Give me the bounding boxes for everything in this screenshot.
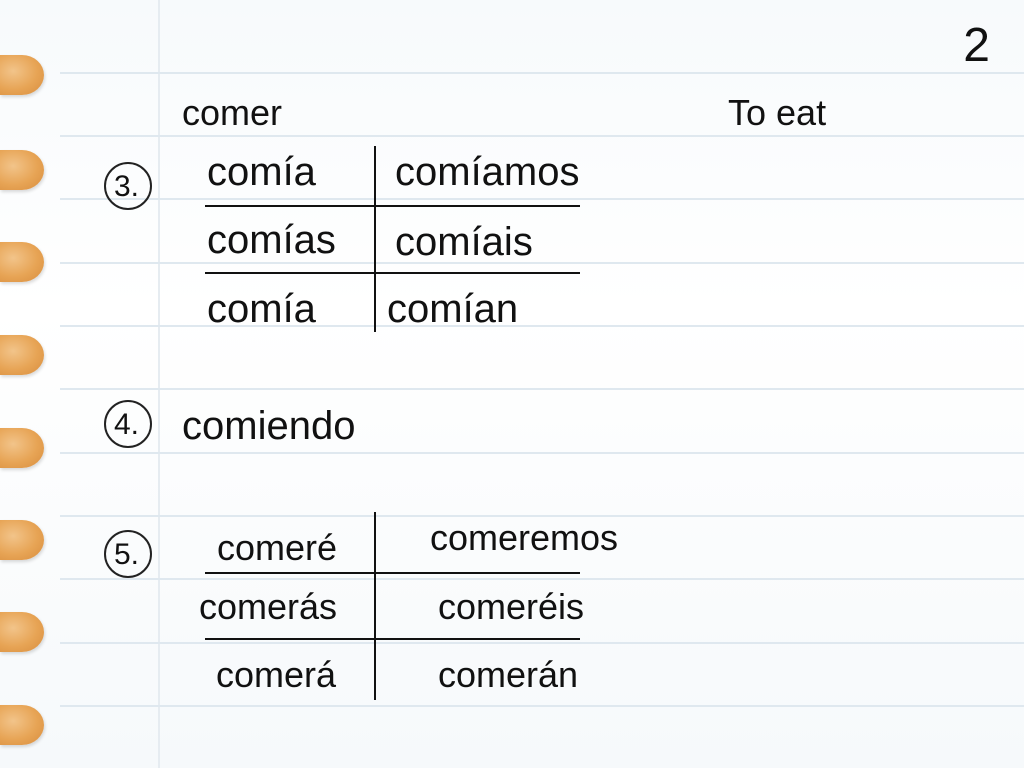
table-divider-vertical xyxy=(374,146,376,332)
ruled-line xyxy=(60,135,1024,137)
binder-hole xyxy=(0,55,44,95)
item-number: 3. xyxy=(114,170,140,203)
verb-infinitive: comer xyxy=(182,92,283,133)
binder-hole xyxy=(0,335,44,375)
conjugation-tu: comerás xyxy=(199,586,338,627)
ruled-line xyxy=(60,705,1024,707)
table-divider-horizontal xyxy=(205,205,580,207)
conjugation-vosotros: comeréis xyxy=(438,586,585,627)
margin-line xyxy=(158,0,160,768)
verb-translation: To eat xyxy=(728,92,827,133)
conjugation-yo: comeré xyxy=(217,527,338,568)
conjugation-nosotros: comíamos xyxy=(395,150,580,194)
binder-hole xyxy=(0,150,44,190)
binder-hole xyxy=(0,705,44,745)
conjugation-el: comía xyxy=(207,287,316,331)
ruled-line xyxy=(60,198,1024,200)
ruled-line xyxy=(60,642,1024,644)
conjugation-ellos: comían xyxy=(387,287,519,331)
item-number: 5. xyxy=(114,538,140,571)
conjugation-tu: comías xyxy=(207,218,336,262)
page-number: 2 xyxy=(963,19,990,72)
binder-hole xyxy=(0,242,44,282)
gerund: comiendo xyxy=(182,404,356,448)
item-number: 4. xyxy=(114,408,140,441)
binder-hole xyxy=(0,612,44,652)
ruled-line xyxy=(60,262,1024,264)
binder-hole xyxy=(0,520,44,560)
ruled-line xyxy=(60,325,1024,327)
conjugation-yo: comía xyxy=(207,150,316,194)
binder-hole xyxy=(0,428,44,468)
conjugation-el: comerá xyxy=(216,654,337,695)
table-divider-horizontal xyxy=(205,272,580,274)
table-divider-horizontal xyxy=(205,638,580,640)
conjugation-vosotros: comíais xyxy=(395,220,533,264)
table-divider-horizontal xyxy=(205,572,580,574)
ruled-line xyxy=(60,72,1024,74)
notebook-page xyxy=(0,0,1024,768)
table-divider-vertical xyxy=(374,512,376,700)
ruled-line xyxy=(60,452,1024,454)
ruled-line xyxy=(60,578,1024,580)
ruled-line xyxy=(60,388,1024,390)
conjugation-ellos: comerán xyxy=(438,654,579,695)
conjugation-nosotros: comeremos xyxy=(430,517,619,558)
